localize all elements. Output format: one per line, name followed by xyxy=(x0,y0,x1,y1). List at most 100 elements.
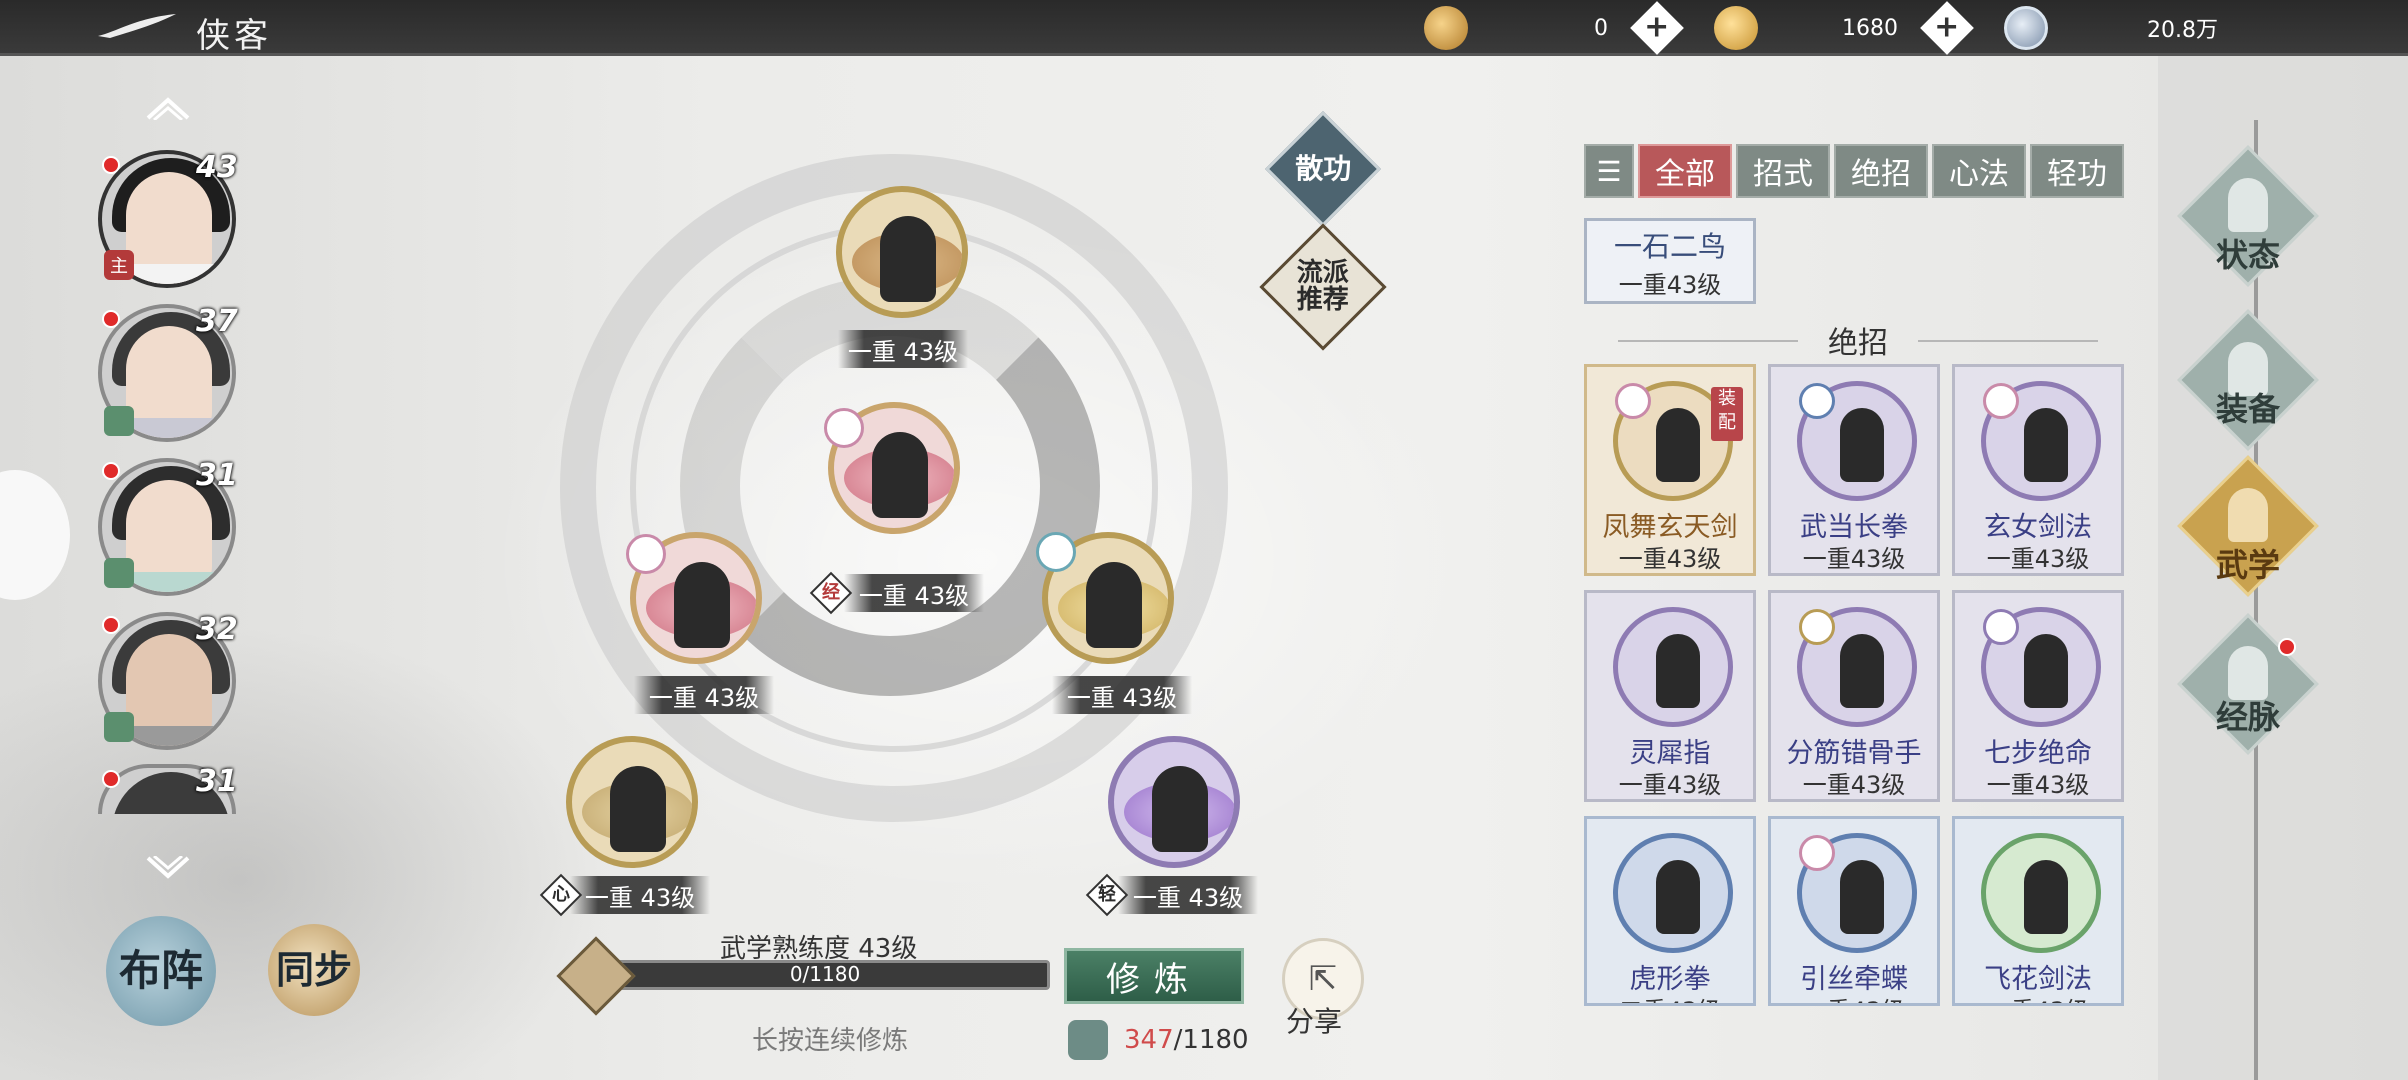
resource-value: 1680 xyxy=(1842,15,1898,41)
tab-inner-art[interactable]: 心法 xyxy=(1932,144,2026,198)
lotus-icon xyxy=(1983,383,2019,419)
notification-dot xyxy=(102,156,120,174)
skill-level: 一重43级 xyxy=(1618,771,1722,799)
skill-card[interactable]: 玄女剑法 一重43级 xyxy=(1952,364,2124,576)
add-feather-button[interactable]: + xyxy=(1630,1,1684,55)
node-level-label: 一重 43级 xyxy=(844,574,984,612)
share-label: 分享 xyxy=(1286,1005,1343,1038)
figure xyxy=(1656,860,1700,934)
add-ingot-button[interactable]: + xyxy=(1920,1,1974,55)
skill-level: 一重43级 xyxy=(1618,545,1722,573)
figure xyxy=(1152,766,1208,852)
figure xyxy=(1086,562,1142,648)
taiji-icon xyxy=(1799,383,1835,419)
skill-level: 一重43级 xyxy=(1986,771,2090,799)
skill-level: 一重43级 xyxy=(1771,991,1937,1003)
notification-dot xyxy=(102,616,120,634)
skill-level: 一重43级 xyxy=(1986,545,2090,573)
figure xyxy=(1656,634,1700,708)
badge-text: 经 xyxy=(822,582,840,603)
skill-card[interactable]: 引丝牵蝶 一重43级 xyxy=(1768,816,1940,1006)
node-level-label: 一重 43级 xyxy=(570,876,710,914)
resource-feather: 0 + xyxy=(1424,0,1706,56)
train-button[interactable]: 修炼 xyxy=(1064,948,1244,1004)
scroll-up-icon[interactable] xyxy=(146,96,190,120)
resource-ingot: 1680 + xyxy=(1714,0,1996,56)
skill-node-heart[interactable] xyxy=(566,736,698,868)
skill-card[interactable]: 七步绝命 一重43级 xyxy=(1952,590,2124,802)
skill-emblem xyxy=(1613,607,1733,727)
skill-level: 二重43级 xyxy=(1587,991,1753,1003)
filter-tabs: ☰ 全部 招式 绝招 心法 轻功 xyxy=(1584,144,2124,198)
equipped-badge: 装配 xyxy=(1711,387,1743,441)
hero-level: 32 xyxy=(196,612,238,647)
mastery-progress-text: 0/1180 xyxy=(789,962,861,986)
long-press-hint: 长按连续修炼 xyxy=(752,1026,909,1056)
scroll-icon xyxy=(2228,488,2268,542)
skill-level: 一重43级 xyxy=(1802,545,1906,573)
lotus-icon xyxy=(1799,835,1835,871)
skill-card[interactable]: 装配 凤舞玄天剑 一重43级 xyxy=(1584,364,1756,576)
figure xyxy=(2024,860,2068,934)
figure xyxy=(880,216,936,302)
hero-level: 43 xyxy=(196,150,238,185)
lotus-icon xyxy=(1036,532,1076,572)
tab-all[interactable]: 全部 xyxy=(1638,144,1732,198)
hero-level: 31 xyxy=(196,458,238,493)
skill-level: 一重43级 xyxy=(1802,771,1906,799)
figure xyxy=(610,766,666,852)
figure xyxy=(2024,634,2068,708)
tab-moves[interactable]: 招式 xyxy=(1736,144,1830,198)
lotus-icon xyxy=(824,408,864,448)
skill-card[interactable]: 灵犀指 一重43级 xyxy=(1584,590,1756,802)
skill-level: 一重43级 xyxy=(1618,271,1722,299)
lotus-icon xyxy=(1983,609,2019,645)
jade-book-icon xyxy=(1068,1020,1108,1060)
skill-card[interactable]: 虎形拳 二重43级 xyxy=(1584,816,1756,1006)
skill-card-partial[interactable]: 一石二鸟 一重43级 xyxy=(1584,218,1756,304)
badge-text: 心 xyxy=(552,884,570,905)
gear-emblem-icon xyxy=(1799,609,1835,645)
lotus-icon xyxy=(1615,383,1651,419)
stock-total: /1180 xyxy=(1173,1025,1249,1055)
skill-card[interactable]: 武当长拳 一重43级 xyxy=(1768,364,1940,576)
hero-level: 37 xyxy=(196,304,238,339)
section-title: 绝招 xyxy=(1588,318,2128,362)
node-level-label: 一重 43级 xyxy=(1118,876,1258,914)
stock-current: 347 xyxy=(1124,1025,1174,1055)
nav-martial-arts-label: 武学 xyxy=(2215,546,2280,584)
skill-emblem xyxy=(1981,833,2101,953)
skill-node-light[interactable] xyxy=(1108,736,1240,868)
notification-dot xyxy=(2278,638,2296,656)
plus-icon: + xyxy=(1644,9,1670,45)
skill-level: 一重43级 xyxy=(1955,991,2121,1003)
notification-dot xyxy=(102,310,120,328)
top-bar: 侠客 0 + 1680 + 20.8万 xyxy=(0,0,2408,56)
scroll-down-icon[interactable] xyxy=(146,856,190,880)
figure xyxy=(1840,408,1884,482)
lotus-icon xyxy=(626,534,666,574)
main-tag: 主 xyxy=(104,250,134,280)
tab-lightness[interactable]: 轻功 xyxy=(2030,144,2124,198)
formation-button[interactable]: 布阵 xyxy=(106,916,216,1026)
figure xyxy=(1656,408,1700,482)
badge-text: 轻 xyxy=(1098,884,1116,905)
node-level-label: 一重 43级 xyxy=(1052,676,1192,714)
skill-node-top[interactable] xyxy=(836,186,968,318)
skill-card[interactable]: 飞花剑法 一重43级 xyxy=(1952,816,2124,1006)
gold-ingot-icon xyxy=(1714,6,1758,50)
nav-meridian-label: 经脉 xyxy=(2215,698,2280,736)
nav-equipment-label: 装备 xyxy=(2215,390,2280,428)
hero-level: 31 xyxy=(196,764,238,799)
figure xyxy=(872,432,928,518)
page-title: 侠客 xyxy=(196,16,272,56)
recommend-label: 流派推荐 xyxy=(1296,257,1349,315)
list-icon[interactable]: ☰ xyxy=(1584,144,1634,198)
tab-ultimate[interactable]: 绝招 xyxy=(1834,144,1928,198)
notification-dot xyxy=(102,462,120,480)
scatter-label: 散功 xyxy=(1294,152,1352,186)
back-brush-icon[interactable] xyxy=(96,12,178,40)
resource-value: 20.8万 xyxy=(2147,18,2218,43)
skill-card[interactable]: 分筋错骨手 一重43级 xyxy=(1768,590,1940,802)
sync-button[interactable]: 同步 xyxy=(268,924,360,1016)
